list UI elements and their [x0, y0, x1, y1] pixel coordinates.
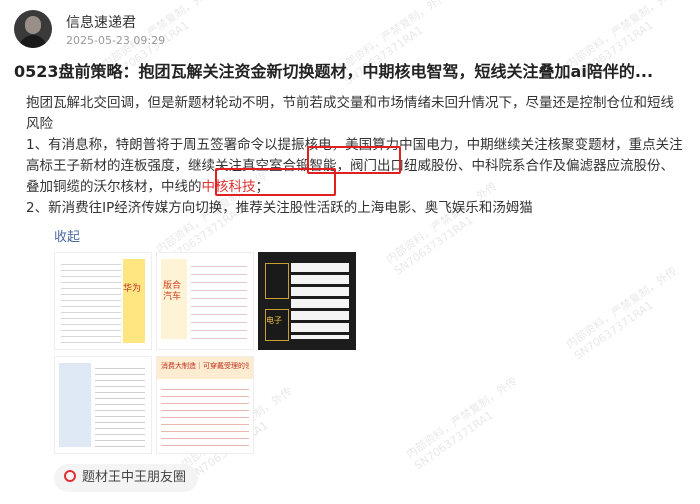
thumbnail-label: 电子 [266, 316, 282, 325]
watermark: 内部资料，严禁复制，外传SN70637371RA1 [563, 264, 680, 363]
topic-icon [64, 470, 76, 482]
collapse-link[interactable]: 收起 [54, 226, 80, 245]
image-thumbnail[interactable]: 华为 [54, 252, 152, 350]
image-thumbnail[interactable]: 消费大制造｜可穿戴受理的领域 [156, 356, 254, 454]
author-name[interactable]: 信息速递君 [66, 12, 136, 32]
watermark: 内部资料，严禁复制，外传SN70637371RA1 [403, 374, 520, 473]
post-time: 2025-05-23 09:29 [66, 34, 166, 47]
post-body: 抱团瓦解北交回调，但是新题材轮动不明，节前若成交量和市场情绪未回升情况下，尽量还… [26, 93, 686, 219]
post-header: 信息速递君 2025-05-23 09:29 [14, 10, 654, 50]
image-thumbnail[interactable] [54, 356, 152, 454]
thumbnail-label: 消费大制造｜可穿戴受理的领域 [161, 362, 249, 370]
paragraph-text: 1、有消息称，特朗普将于周五签署命令以提振核电，美国算力中国电力，中期继续关注核… [26, 137, 683, 195]
paragraph: 抱团瓦解北交回调，但是新题材轮动不明，节前若成交量和市场情绪未回升情况下，尽量还… [26, 95, 674, 132]
topic-tag[interactable]: 题材王中王朋友圈 [54, 464, 199, 492]
avatar[interactable] [14, 10, 52, 48]
highlighted-stock: 中核科技 [201, 179, 256, 195]
image-thumbnail[interactable]: 版合汽车 [156, 252, 254, 350]
post-title: 0523盘前策略：抱团瓦解关注资金新切换题材，中期核电智驾，短线关注叠加ai陪伴… [14, 62, 654, 81]
paragraph: 2、新消费往IP经济传媒方向切换，推荐关注股性活跃的上海电影、奥飞娱乐和汤姆猫 [26, 200, 533, 216]
paragraph-text: ； [255, 179, 270, 195]
thumbnail-label: 版合汽车 [163, 281, 182, 302]
image-thumbnail[interactable]: 电子 [258, 252, 356, 350]
paragraph-text: 中线的 [161, 179, 202, 195]
paragraph: 1、有消息称，特朗普将于周五签署命令以提振核电，美国算力中国电力，中期继续关注核… [26, 135, 686, 198]
thumbnail-label: 华为 [123, 284, 142, 294]
topic-tag-label: 题材王中王朋友圈 [82, 470, 187, 485]
